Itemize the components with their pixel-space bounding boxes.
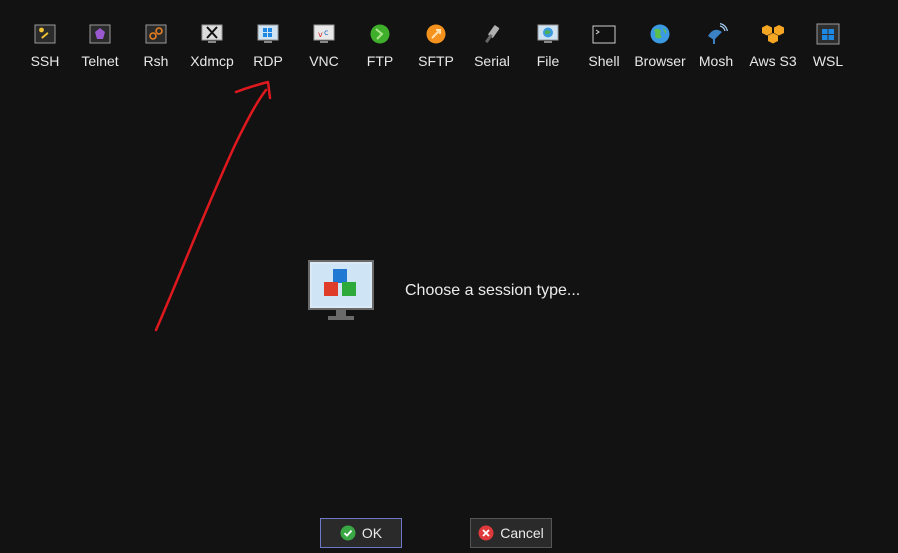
ftp-icon [370, 24, 390, 44]
session-file-label: File [536, 53, 560, 69]
aws-s3-icon [762, 25, 784, 44]
file-icon [537, 24, 559, 43]
session-rdp-label: RDP [253, 53, 283, 69]
session-wsl-button[interactable]: WSL [800, 22, 856, 74]
session-sftp-button[interactable]: SFTP [408, 22, 464, 74]
session-type-toolbar: SSH Telnet Rsh Xdmcp RDP v c VNC FTP SFT… [0, 0, 898, 80]
session-placeholder: Choose a session type... [308, 258, 608, 326]
rdp-icon [257, 24, 279, 43]
session-browser-label: Browser [634, 53, 686, 69]
ok-button[interactable]: OK [320, 518, 402, 548]
session-vnc-button[interactable]: v c VNC [296, 22, 352, 74]
cancel-button[interactable]: Cancel [470, 518, 552, 548]
session-telnet-button[interactable]: Telnet [72, 22, 128, 74]
session-telnet-label: Telnet [81, 53, 119, 69]
session-file-button[interactable]: File [520, 22, 576, 74]
session-mosh-button[interactable]: Mosh [688, 22, 744, 74]
close-icon [478, 525, 494, 541]
check-icon [340, 525, 356, 541]
xdmcp-icon [201, 24, 223, 43]
vnc-icon: v c [313, 24, 335, 43]
session-ftp-label: FTP [366, 53, 394, 69]
session-shell-label: Shell [588, 53, 620, 69]
svg-text:c: c [324, 28, 328, 37]
session-wsl-label: WSL [812, 53, 844, 69]
session-browser-button[interactable]: Browser [632, 22, 688, 74]
session-shell-button[interactable]: Shell [576, 22, 632, 74]
shell-icon [592, 25, 616, 44]
session-monitor-icon [308, 260, 374, 320]
wsl-icon [816, 23, 840, 45]
session-xdmcp-label: Xdmcp [190, 53, 234, 69]
session-vnc-label: VNC [309, 53, 339, 69]
key-icon [34, 24, 56, 44]
session-ssh-label: SSH [30, 53, 60, 69]
session-aws-s3-button[interactable]: Aws S3 [745, 22, 801, 74]
rsh-icon [145, 24, 167, 44]
session-aws-s3-label: Aws S3 [749, 53, 797, 69]
session-xdmcp-button[interactable]: Xdmcp [184, 22, 240, 74]
session-rdp-button[interactable]: RDP [240, 22, 296, 74]
svg-text:v: v [318, 30, 323, 39]
session-ssh-button[interactable]: SSH [17, 22, 73, 74]
sftp-icon [426, 24, 446, 44]
ok-button-label: OK [361, 525, 383, 541]
browser-icon [650, 24, 670, 44]
session-rsh-label: Rsh [143, 53, 169, 69]
serial-icon [485, 25, 500, 44]
session-serial-label: Serial [474, 53, 510, 69]
session-serial-button[interactable]: Serial [464, 22, 520, 74]
session-sftp-label: SFTP [418, 53, 454, 69]
mosh-icon [708, 22, 728, 44]
cancel-button-label: Cancel [500, 525, 544, 541]
telnet-icon [89, 24, 111, 44]
session-ftp-button[interactable]: FTP [352, 22, 408, 74]
session-rsh-button[interactable]: Rsh [128, 22, 184, 74]
session-prompt-text: Choose a session type... [405, 282, 581, 299]
session-mosh-label: Mosh [698, 53, 734, 69]
